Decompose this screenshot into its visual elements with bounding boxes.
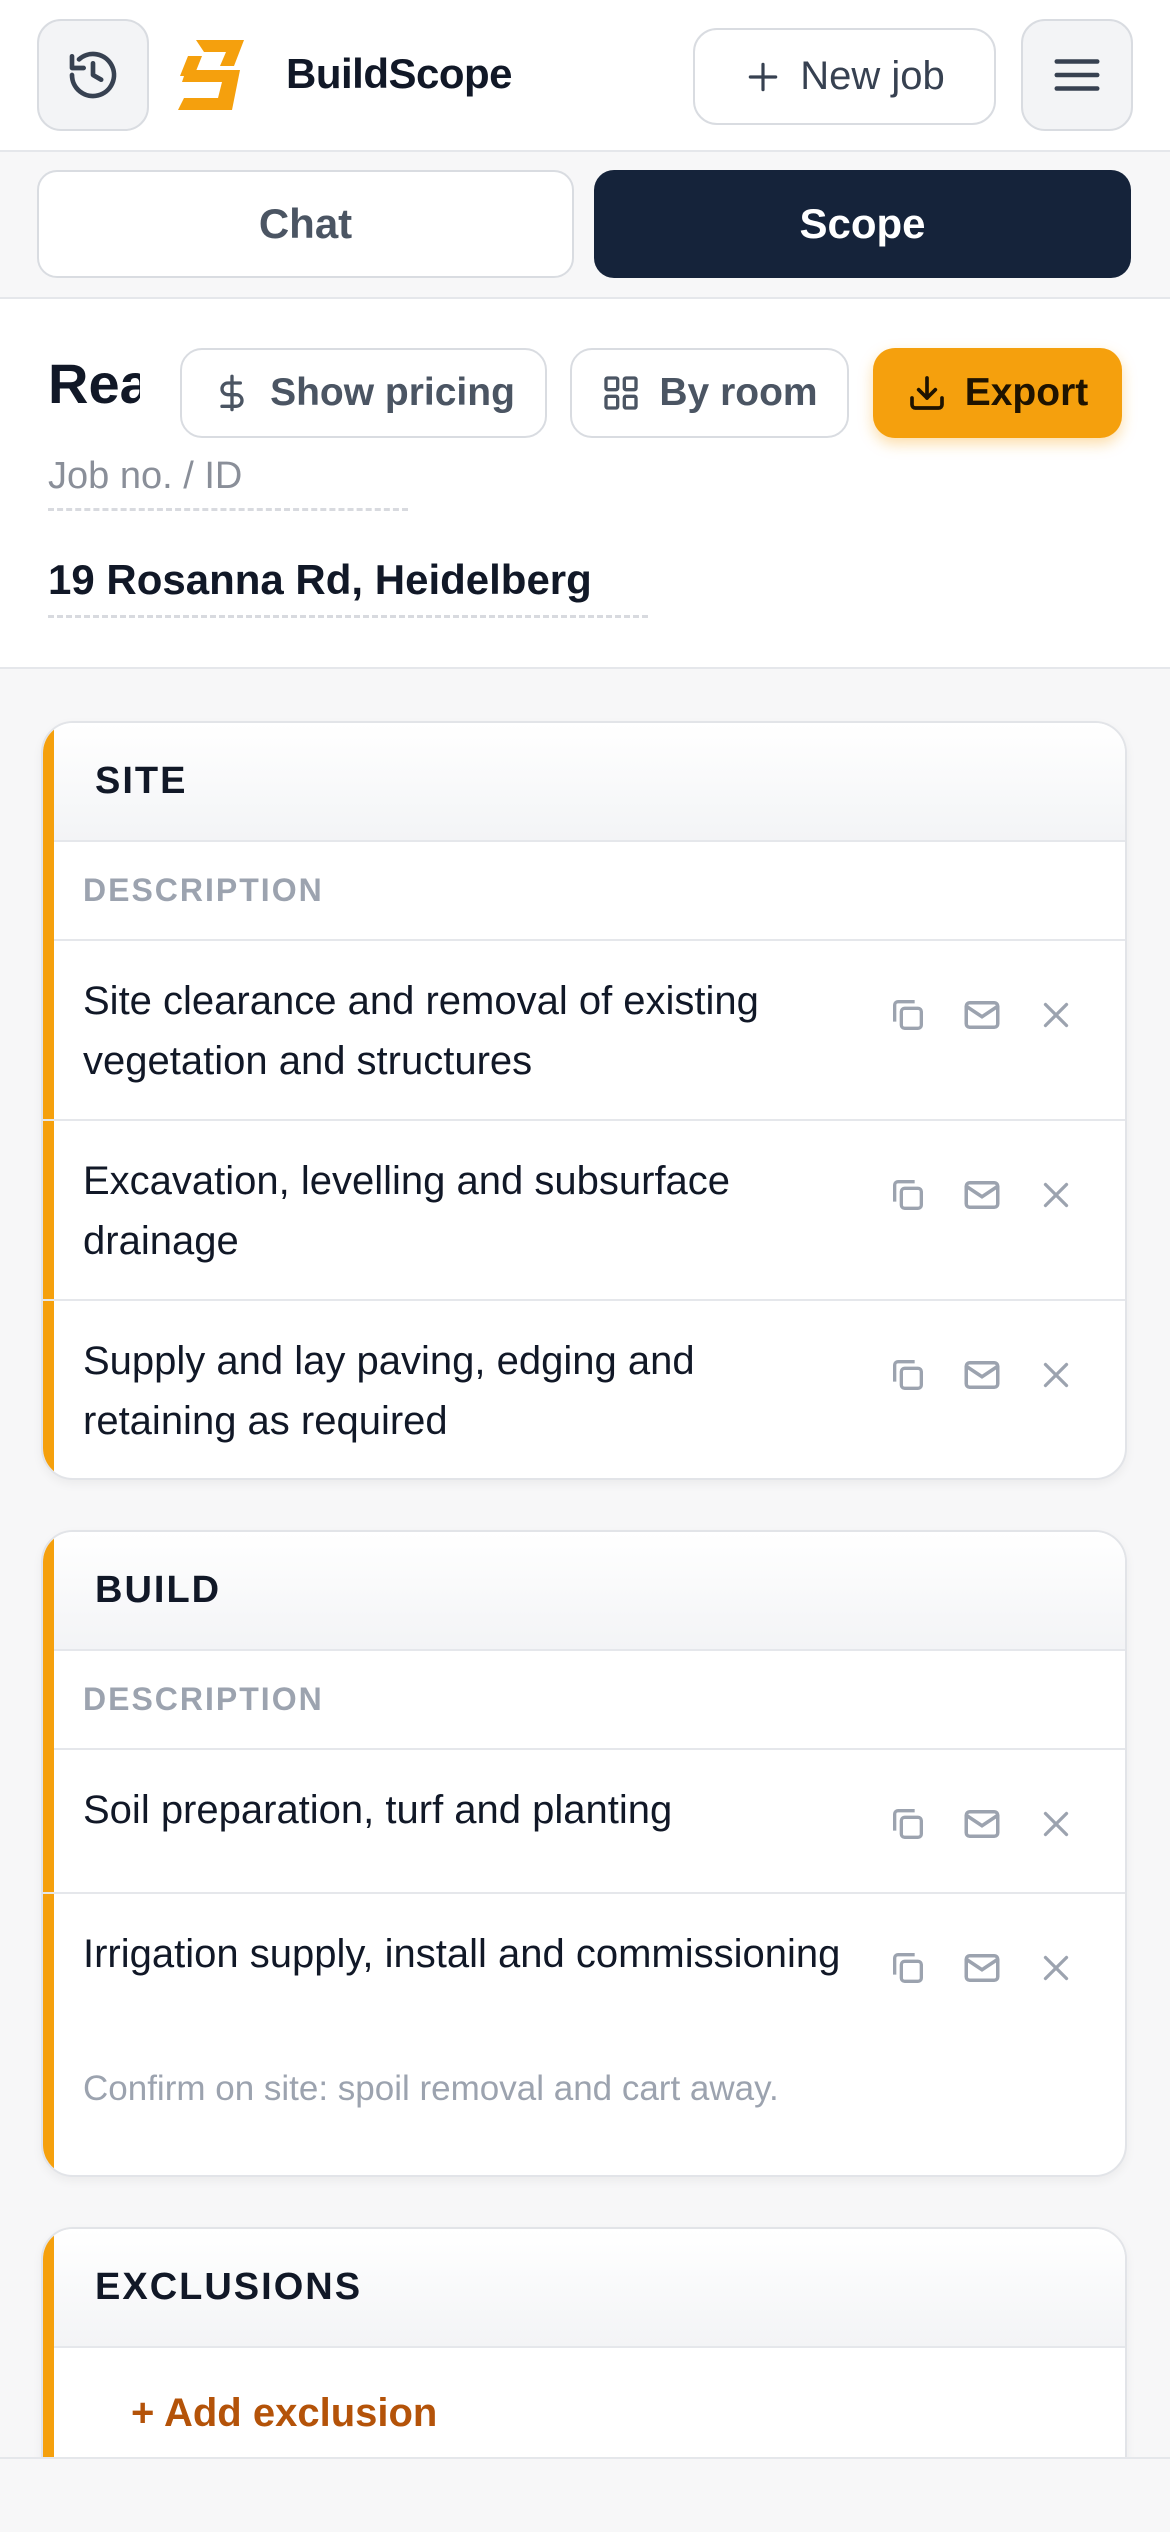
download-icon [909,376,944,410]
mail-button[interactable] [960,1353,1004,1397]
scope-item[interactable]: Irrigation supply, install and commissio… [43,1894,1125,2175]
scope-item[interactable]: Supply and lay paving, edging and retain… [43,1301,1125,1478]
row-actions [886,1802,1078,1846]
remove-button[interactable] [1034,1353,1078,1397]
mail-icon [964,1810,1000,1838]
mail-button[interactable] [960,1802,1004,1846]
remove-button[interactable] [1034,1802,1078,1846]
copy-button[interactable] [886,1946,930,1990]
close-icon [1043,1362,1069,1388]
job-toolbar: Rea Show pricing By room Export Job no. … [0,299,1170,669]
copy-icon [893,1809,923,1839]
bottom-safe-area [0,2457,1170,2532]
job-title[interactable]: Rea [48,351,140,421]
view-switcher: Chat Scope [0,152,1170,299]
scope-item[interactable]: Soil preparation, turf and planting [43,1750,1125,1894]
row-actions [886,1353,1078,1397]
copy-icon [893,1360,923,1390]
copy-icon [893,1180,923,1210]
section-site: SITE DESCRIPTION Site clearance and remo… [41,721,1127,1480]
close-icon [1043,1955,1069,1981]
scope-item[interactable]: Excavation, levelling and subsurface dra… [43,1121,1125,1301]
scope-item-note: Confirm on site: spoil removal and cart … [83,2069,779,2108]
mail-icon [964,1001,1000,1029]
mail-button[interactable] [960,993,1004,1037]
row-actions [886,993,1078,1037]
history-icon [69,51,117,99]
brand-name: BuildScope [286,50,513,97]
remove-button[interactable] [1034,1173,1078,1217]
show-pricing-button[interactable]: Show pricing [180,348,547,438]
section-title: BUILD [43,1532,1125,1651]
dollar-icon [220,374,244,412]
app-header: BuildScope New job [0,0,1170,152]
row-actions [886,1946,1078,1990]
copy-icon [893,1953,923,1983]
tab-scope[interactable]: Scope [594,170,1131,278]
export-button[interactable]: Export [873,348,1122,438]
close-icon [1043,1002,1069,1028]
copy-button[interactable] [886,1802,930,1846]
mail-button[interactable] [960,1173,1004,1217]
scope-item-text[interactable]: Soil preparation, turf and planting [83,1780,843,1840]
copy-button[interactable] [886,1173,930,1217]
scope-item-text[interactable]: Supply and lay paving, edging and retain… [83,1331,843,1451]
job-id-field[interactable]: Job no. / ID [48,455,408,511]
menu-button[interactable] [1021,19,1133,131]
job-address-field[interactable]: 19 Rosanna Rd, Heidelberg [48,556,648,618]
scope-item-text[interactable]: Excavation, levelling and subsurface dra… [83,1151,843,1271]
add-exclusion-button[interactable]: + Add exclusion [131,2391,437,2436]
by-room-button[interactable]: By room [570,348,849,438]
close-icon [1043,1811,1069,1837]
scope-item[interactable]: Site clearance and removal of existing v… [43,941,1125,1121]
remove-button[interactable] [1034,993,1078,1037]
section-title: EXCLUSIONS [43,2229,1125,2348]
grid-icon [604,376,639,410]
copy-icon [893,1000,923,1030]
column-header-description: DESCRIPTION [43,842,1125,941]
plus-icon [748,62,778,91]
mail-icon [964,1181,1000,1209]
tab-chat[interactable]: Chat [37,170,574,278]
copy-button[interactable] [886,1353,930,1397]
close-icon [1043,1182,1069,1208]
show-pricing-label: Show pricing [270,371,515,414]
scope-item-text[interactable]: Irrigation supply, install and commissio… [83,1924,843,1984]
new-job-button[interactable]: New job [693,28,996,125]
mail-icon [964,1954,1000,1982]
mail-button[interactable] [960,1946,1004,1990]
hamburger-menu-icon [1054,59,1100,91]
remove-button[interactable] [1034,1946,1078,1990]
history-button[interactable] [37,19,149,131]
section-title: SITE [43,723,1125,842]
scope-item-text[interactable]: Site clearance and removal of existing v… [83,971,843,1091]
section-build: BUILD DESCRIPTION Soil preparation, turf… [41,1530,1127,2177]
export-label: Export [964,371,1089,414]
column-header-description: DESCRIPTION [43,1651,1125,1750]
by-room-label: By room [659,371,818,414]
row-actions [886,1173,1078,1217]
mail-icon [964,1361,1000,1389]
buildscope-logo [178,40,244,110]
copy-button[interactable] [886,993,930,1037]
new-job-label: New job [800,54,945,98]
